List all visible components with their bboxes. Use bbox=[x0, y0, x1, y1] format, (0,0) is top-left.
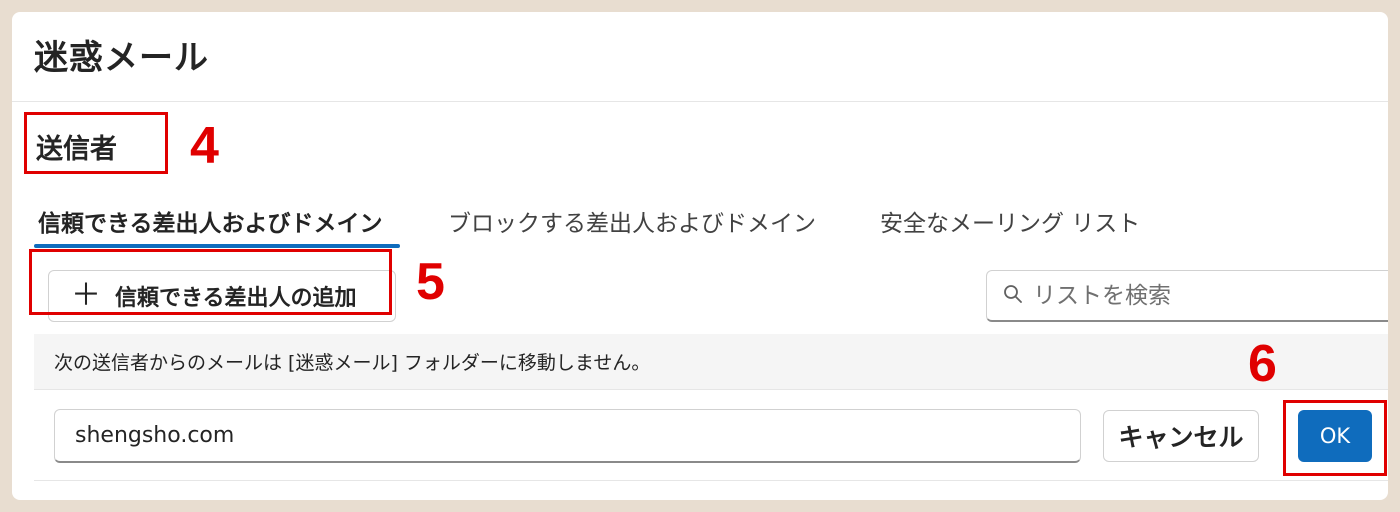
dialog-header: 迷惑メール bbox=[12, 12, 1388, 102]
info-notice-text: 次の送信者からのメールは [迷惑メール] フォルダーに移動しません。 bbox=[54, 352, 651, 374]
sender-domain-input[interactable] bbox=[54, 409, 1081, 463]
info-notice: 次の送信者からのメールは [迷惑メール] フォルダーに移動しません。 bbox=[34, 334, 1388, 390]
search-box[interactable] bbox=[986, 270, 1388, 322]
cancel-button[interactable]: キャンセル bbox=[1103, 410, 1259, 462]
junk-email-dialog: 迷惑メール 送信者 信頼できる差出人およびドメイン ブロックする差出人およびドメ… bbox=[12, 12, 1388, 500]
annotation-box-4 bbox=[24, 112, 168, 174]
annotation-number-4: 4 bbox=[190, 117, 219, 175]
annotation-number-6: 6 bbox=[1248, 335, 1277, 393]
annotation-number-5: 5 bbox=[416, 253, 445, 311]
tab-blocked-senders[interactable]: ブロックする差出人およびドメイン bbox=[448, 204, 816, 250]
search-icon bbox=[1003, 284, 1023, 308]
divider bbox=[34, 480, 1388, 481]
search-input[interactable] bbox=[1033, 282, 1388, 309]
annotation-box-5 bbox=[29, 249, 392, 315]
dialog-title: 迷惑メール bbox=[34, 38, 209, 78]
annotation-box-6 bbox=[1283, 400, 1387, 476]
tab-safe-mailing-lists[interactable]: 安全なメーリング リスト bbox=[880, 204, 1140, 250]
active-tab-indicator bbox=[34, 244, 400, 248]
